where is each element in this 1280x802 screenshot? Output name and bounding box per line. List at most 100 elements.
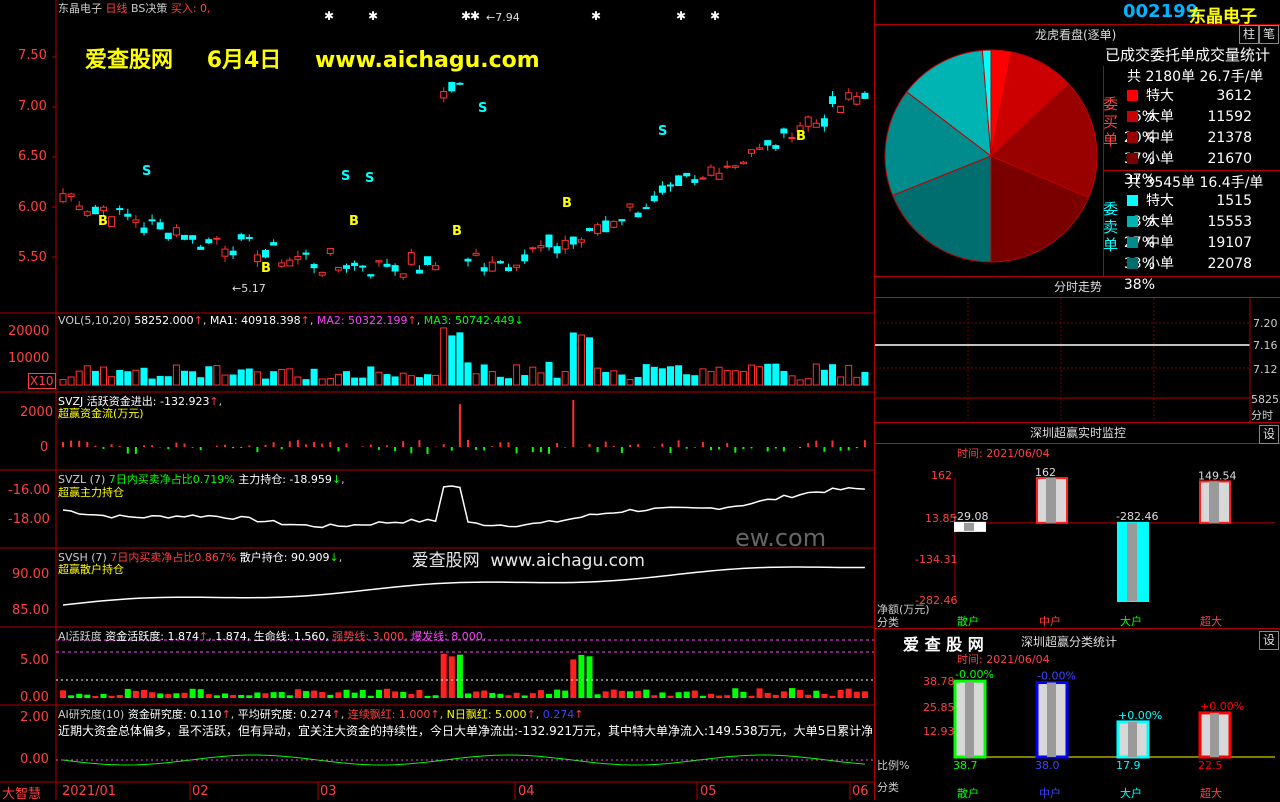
fund-flow-bar — [321, 444, 323, 447]
candle-body — [562, 240, 568, 249]
net-amount-label: 162 — [1035, 466, 1056, 479]
volume-bar — [546, 362, 552, 385]
order-row: 特大15153% — [1121, 191, 1280, 212]
intraday-tick-716: 7.16 — [1253, 339, 1278, 352]
volume-bar — [206, 367, 212, 385]
candle-body — [765, 141, 771, 145]
volume-bar — [489, 372, 495, 385]
activity-bar — [238, 695, 244, 698]
volume-bar — [279, 369, 285, 385]
candle-body — [692, 180, 698, 183]
activity-bar — [732, 688, 738, 698]
sell-side-label: 委卖单 — [1103, 200, 1121, 254]
activity-bar — [254, 692, 260, 698]
candle-body — [344, 266, 350, 269]
volume-bar — [368, 367, 374, 385]
chart-area[interactable]: BSBSBSBSBSB✱✱✱✱✱✱✱ 东晶电子 日线 BS决策 买入: 0, 爱… — [0, 0, 874, 800]
activity-bar — [611, 690, 617, 698]
candle-body — [619, 220, 625, 221]
activity-bar — [76, 694, 82, 698]
fund-flow-bar — [86, 442, 88, 447]
activity-bar — [117, 695, 123, 698]
candle-body — [222, 249, 228, 256]
fund-flow-bar — [605, 442, 607, 447]
fund-flow-bar — [864, 440, 866, 447]
fund-flow-bar — [589, 444, 591, 447]
fund-flow-bar — [192, 447, 194, 448]
activity-bar — [441, 654, 447, 698]
volume-bar — [797, 380, 803, 385]
candle-body — [740, 162, 746, 163]
app-corner-label[interactable]: 大智慧 — [2, 783, 41, 802]
vol-unit: X10 — [28, 373, 56, 389]
fund-flow-bar — [394, 447, 396, 451]
activity-bar — [546, 694, 552, 698]
candle-body — [287, 260, 293, 266]
intraday-chart[interactable] — [875, 298, 1280, 423]
fund-flow-bar — [273, 442, 275, 447]
candle-body — [165, 233, 171, 238]
svzj-tick-0: 0 — [40, 440, 48, 455]
fund-flow-bar — [62, 442, 64, 447]
order-row: 大单1555327% — [1121, 212, 1280, 233]
monitor-cat-super: 超大 — [1200, 613, 1222, 629]
candle-body — [489, 262, 495, 271]
order-color-swatch — [1127, 111, 1138, 122]
candle-body — [862, 93, 868, 98]
price-tick-550: 5.50 — [18, 250, 47, 265]
intraday-vol-label: 58252 — [1251, 393, 1280, 406]
fund-flow-bar — [370, 444, 372, 447]
volume-bar — [198, 378, 204, 385]
fund-flow-bar — [70, 441, 72, 447]
fund-flow-bar — [516, 447, 518, 453]
volume-bar — [506, 379, 512, 385]
price-tick-650: 6.50 — [18, 149, 47, 164]
activity-bar — [141, 690, 147, 698]
volume-bar — [805, 379, 811, 385]
volume-bar — [473, 374, 479, 385]
candle-body — [311, 265, 317, 268]
candle-body — [263, 250, 269, 257]
candle-body — [173, 228, 179, 235]
candle-body — [676, 176, 682, 186]
stock-code: 002199 — [1123, 1, 1198, 22]
svzj-subtitle: 超赢资金流(万元) — [58, 405, 144, 421]
candle-body — [514, 265, 520, 267]
volume-bar — [530, 367, 536, 385]
candle-body — [732, 166, 738, 168]
tick-mode-button[interactable]: 笔 — [1259, 25, 1279, 44]
volume-bar — [68, 377, 74, 385]
activity-bar — [173, 693, 179, 698]
candle-body — [578, 240, 584, 242]
ratio-bar-shade — [1128, 722, 1137, 757]
ratio-bar-shade — [1047, 683, 1056, 757]
fund-flow-bar — [151, 445, 153, 447]
fund-flow-bar — [783, 447, 785, 451]
volume-bar — [773, 364, 779, 385]
star-marker: ✱ — [676, 9, 686, 23]
activity-bar — [708, 694, 714, 698]
activity-bar — [481, 691, 487, 698]
volume-bar — [384, 375, 390, 385]
volume-bar — [141, 368, 147, 385]
date-label-04: 04 — [518, 784, 535, 799]
activity-bar — [230, 695, 236, 698]
candle-body — [408, 253, 414, 265]
period-label[interactable]: 日线 — [106, 2, 128, 15]
candle-body — [700, 178, 706, 179]
candle-body — [157, 223, 163, 229]
candle-body — [611, 221, 617, 227]
classify-cat-retail: 散户 — [957, 785, 979, 801]
bar-mode-button[interactable]: 柱 — [1239, 25, 1259, 44]
price-tick-750: 7.50 — [18, 48, 47, 63]
candle-body — [416, 270, 422, 273]
activity-bar — [846, 689, 852, 698]
volume-bar — [425, 375, 431, 385]
buy-count: 买入: 0, — [171, 2, 211, 15]
candle-body — [182, 235, 188, 239]
buy-signal: B — [98, 214, 108, 229]
volume-bar — [538, 373, 544, 385]
activity-bar — [92, 696, 98, 698]
candle-body — [538, 246, 544, 248]
activity-bar — [327, 695, 333, 698]
